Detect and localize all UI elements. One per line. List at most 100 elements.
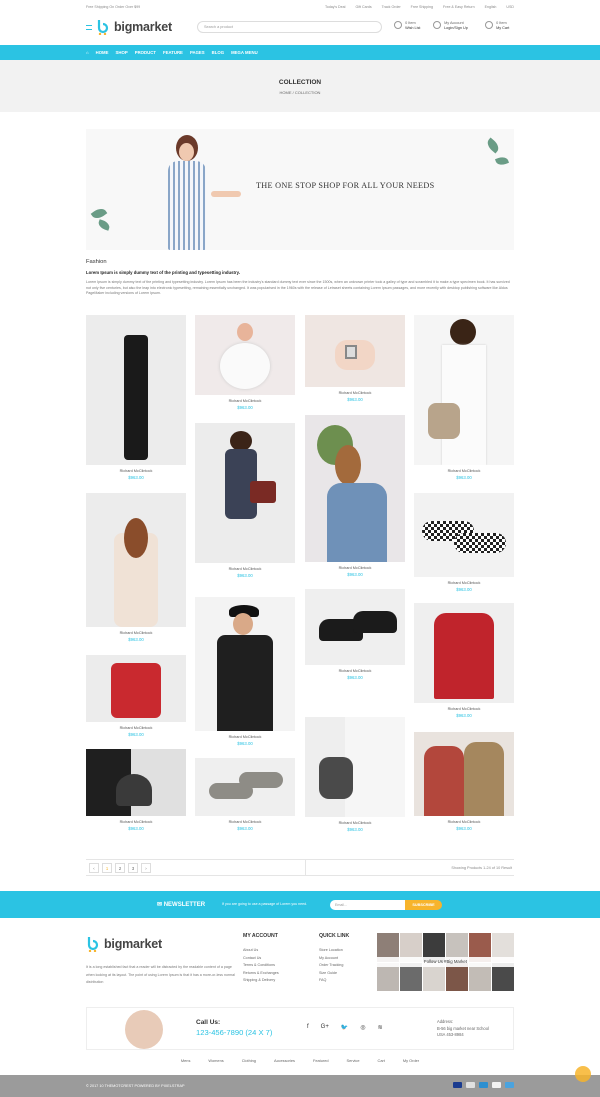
product-name[interactable]: Richard McClintock — [414, 469, 514, 473]
instagram-label[interactable]: Follow Us #Big Market — [377, 957, 514, 967]
product-name[interactable]: Richard McClintock — [86, 726, 186, 730]
google-plus-icon[interactable]: G+ — [321, 1024, 329, 1031]
product-image[interactable] — [86, 749, 186, 816]
product-name[interactable]: Richard McClintock — [86, 631, 186, 635]
product-image[interactable] — [86, 493, 186, 627]
menu-toggle-icon[interactable] — [86, 25, 92, 30]
free-shipping-link[interactable]: Free Shipping — [411, 5, 433, 9]
footer-link[interactable]: Store Location — [319, 947, 349, 955]
product-image[interactable] — [86, 315, 186, 465]
product-image[interactable] — [414, 603, 514, 703]
footer-link[interactable]: Order Tracking — [319, 962, 349, 970]
product-name[interactable]: Richard McClintock — [414, 581, 514, 585]
product-card[interactable]: Richard McClintock $963.00 — [195, 423, 295, 578]
page-2-button[interactable]: 2 — [115, 863, 125, 873]
product-image[interactable] — [414, 493, 514, 577]
call-number[interactable]: 123-456-7890 (24 X 7) — [196, 1028, 272, 1037]
account-link[interactable]: My Account Login/Sign Up — [433, 21, 468, 31]
product-image[interactable] — [305, 589, 405, 665]
rss-icon[interactable]: ≋ — [378, 1024, 383, 1031]
product-name[interactable]: Richard McClintock — [195, 399, 295, 403]
todays-deal-link[interactable]: Today's Deal — [325, 5, 345, 9]
nav-home[interactable]: HOME — [96, 50, 109, 55]
nav-shop[interactable]: SHOP — [116, 50, 128, 55]
nav-mega-menu[interactable]: MEGA MENU — [231, 50, 258, 55]
product-card[interactable]: Richard McClintock $963.00 — [414, 732, 514, 831]
footer-bottom-link[interactable]: Service — [347, 1058, 360, 1063]
home-icon[interactable]: ⌂ — [86, 50, 89, 55]
footer-link[interactable]: FAQ — [319, 977, 349, 985]
footer-bottom-link[interactable]: Mens — [181, 1058, 191, 1063]
product-name[interactable]: Richard McClintock — [195, 735, 295, 739]
product-name[interactable]: Richard McClintock — [195, 820, 295, 824]
footer-bottom-link[interactable]: Clothing — [242, 1058, 256, 1063]
prev-page-button[interactable]: ‹ — [89, 863, 99, 873]
footer-bottom-link[interactable]: My Order — [403, 1058, 419, 1063]
footer-bottom-link[interactable]: Featured — [313, 1058, 329, 1063]
product-card[interactable]: Richard McClintock $963.00 — [305, 717, 405, 832]
next-page-button[interactable]: › — [141, 863, 151, 873]
product-name[interactable]: Richard McClintock — [86, 469, 186, 473]
product-image[interactable] — [305, 315, 405, 387]
footer-link[interactable]: Contact Us — [243, 955, 279, 963]
product-card[interactable]: Richard McClintock $963.00 — [195, 315, 295, 410]
footer-link[interactable]: Size Guide — [319, 970, 349, 978]
footer-link[interactable]: About Us — [243, 947, 279, 955]
footer-link[interactable]: Returns & Exchanges — [243, 970, 279, 978]
logo[interactable]: bigmarket — [96, 19, 172, 36]
product-card[interactable]: Richard McClintock $963.00 — [86, 493, 186, 642]
product-card[interactable]: Richard McClintock $963.00 — [305, 415, 405, 577]
track-order-link[interactable]: Track Order — [382, 5, 401, 9]
nav-blog[interactable]: BLOG — [212, 50, 224, 55]
product-card[interactable]: Richard McClintock $963.00 — [305, 589, 405, 680]
back-to-top-button[interactable] — [575, 1066, 591, 1082]
footer-link[interactable]: Terms & Conditions — [243, 962, 279, 970]
currency-select[interactable]: USD — [506, 5, 514, 9]
product-card[interactable]: Richard McClintock $963.00 — [86, 749, 186, 831]
product-card[interactable]: Richard McClintock $963.00 — [195, 597, 295, 746]
wishlist-link[interactable]: 0 Item Wish List — [394, 21, 420, 31]
product-name[interactable]: Richard McClintock — [414, 820, 514, 824]
product-card[interactable]: Richard McClintock $963.00 — [414, 315, 514, 480]
subscribe-button[interactable]: SUBSCRIBE — [405, 900, 442, 910]
footer-link[interactable]: My Account — [319, 955, 349, 963]
product-name[interactable]: Richard McClintock — [195, 567, 295, 571]
gift-cards-link[interactable]: Gift Cards — [355, 5, 371, 9]
product-image[interactable] — [195, 597, 295, 731]
page-3-button[interactable]: 3 — [128, 863, 138, 873]
product-card[interactable]: Richard McClintock $963.00 — [414, 603, 514, 718]
nav-feature[interactable]: FEATURE — [163, 50, 183, 55]
footer-bottom-link[interactable]: Womens — [208, 1058, 223, 1063]
product-image[interactable] — [195, 758, 295, 816]
product-name[interactable]: Richard McClintock — [414, 707, 514, 711]
product-name[interactable]: Richard McClintock — [305, 391, 405, 395]
product-image[interactable] — [414, 315, 514, 465]
product-image[interactable] — [414, 732, 514, 816]
search-input[interactable]: Search a product — [197, 21, 382, 33]
product-name[interactable]: Richard McClintock — [86, 820, 186, 824]
product-name[interactable]: Richard McClintock — [305, 821, 405, 825]
product-name[interactable]: Richard McClintock — [305, 669, 405, 673]
instagram-icon[interactable]: ◎ — [360, 1024, 365, 1031]
product-image[interactable] — [86, 655, 186, 722]
language-select[interactable]: English — [485, 5, 497, 9]
product-card[interactable]: Richard McClintock $963.00 — [195, 758, 295, 831]
footer-link[interactable]: Shipping & Delivery — [243, 977, 279, 985]
free-return-link[interactable]: Free & Easy Return — [443, 5, 475, 9]
nav-pages[interactable]: PAGES — [190, 50, 205, 55]
product-card[interactable]: Richard McClintock $963.00 — [86, 655, 186, 737]
facebook-icon[interactable]: f — [307, 1024, 309, 1031]
product-image[interactable] — [305, 415, 405, 562]
product-image[interactable] — [195, 315, 295, 395]
product-card[interactable]: Richard McClintock $963.00 — [414, 493, 514, 592]
page-1-button[interactable]: 1 — [102, 863, 112, 873]
product-name[interactable]: Richard McClintock — [305, 566, 405, 570]
footer-bottom-link[interactable]: Accessories — [274, 1058, 295, 1063]
product-card[interactable]: Richard McClintock $963.00 — [86, 315, 186, 480]
twitter-icon[interactable]: 🐦 — [341, 1024, 348, 1031]
newsletter-email-input[interactable]: Email... — [330, 900, 408, 910]
breadcrumb[interactable]: HOME / COLLECTION — [0, 90, 600, 95]
footer-logo[interactable]: bigmarket — [86, 936, 162, 953]
footer-bottom-link[interactable]: Cart — [378, 1058, 385, 1063]
product-image[interactable] — [305, 717, 405, 817]
